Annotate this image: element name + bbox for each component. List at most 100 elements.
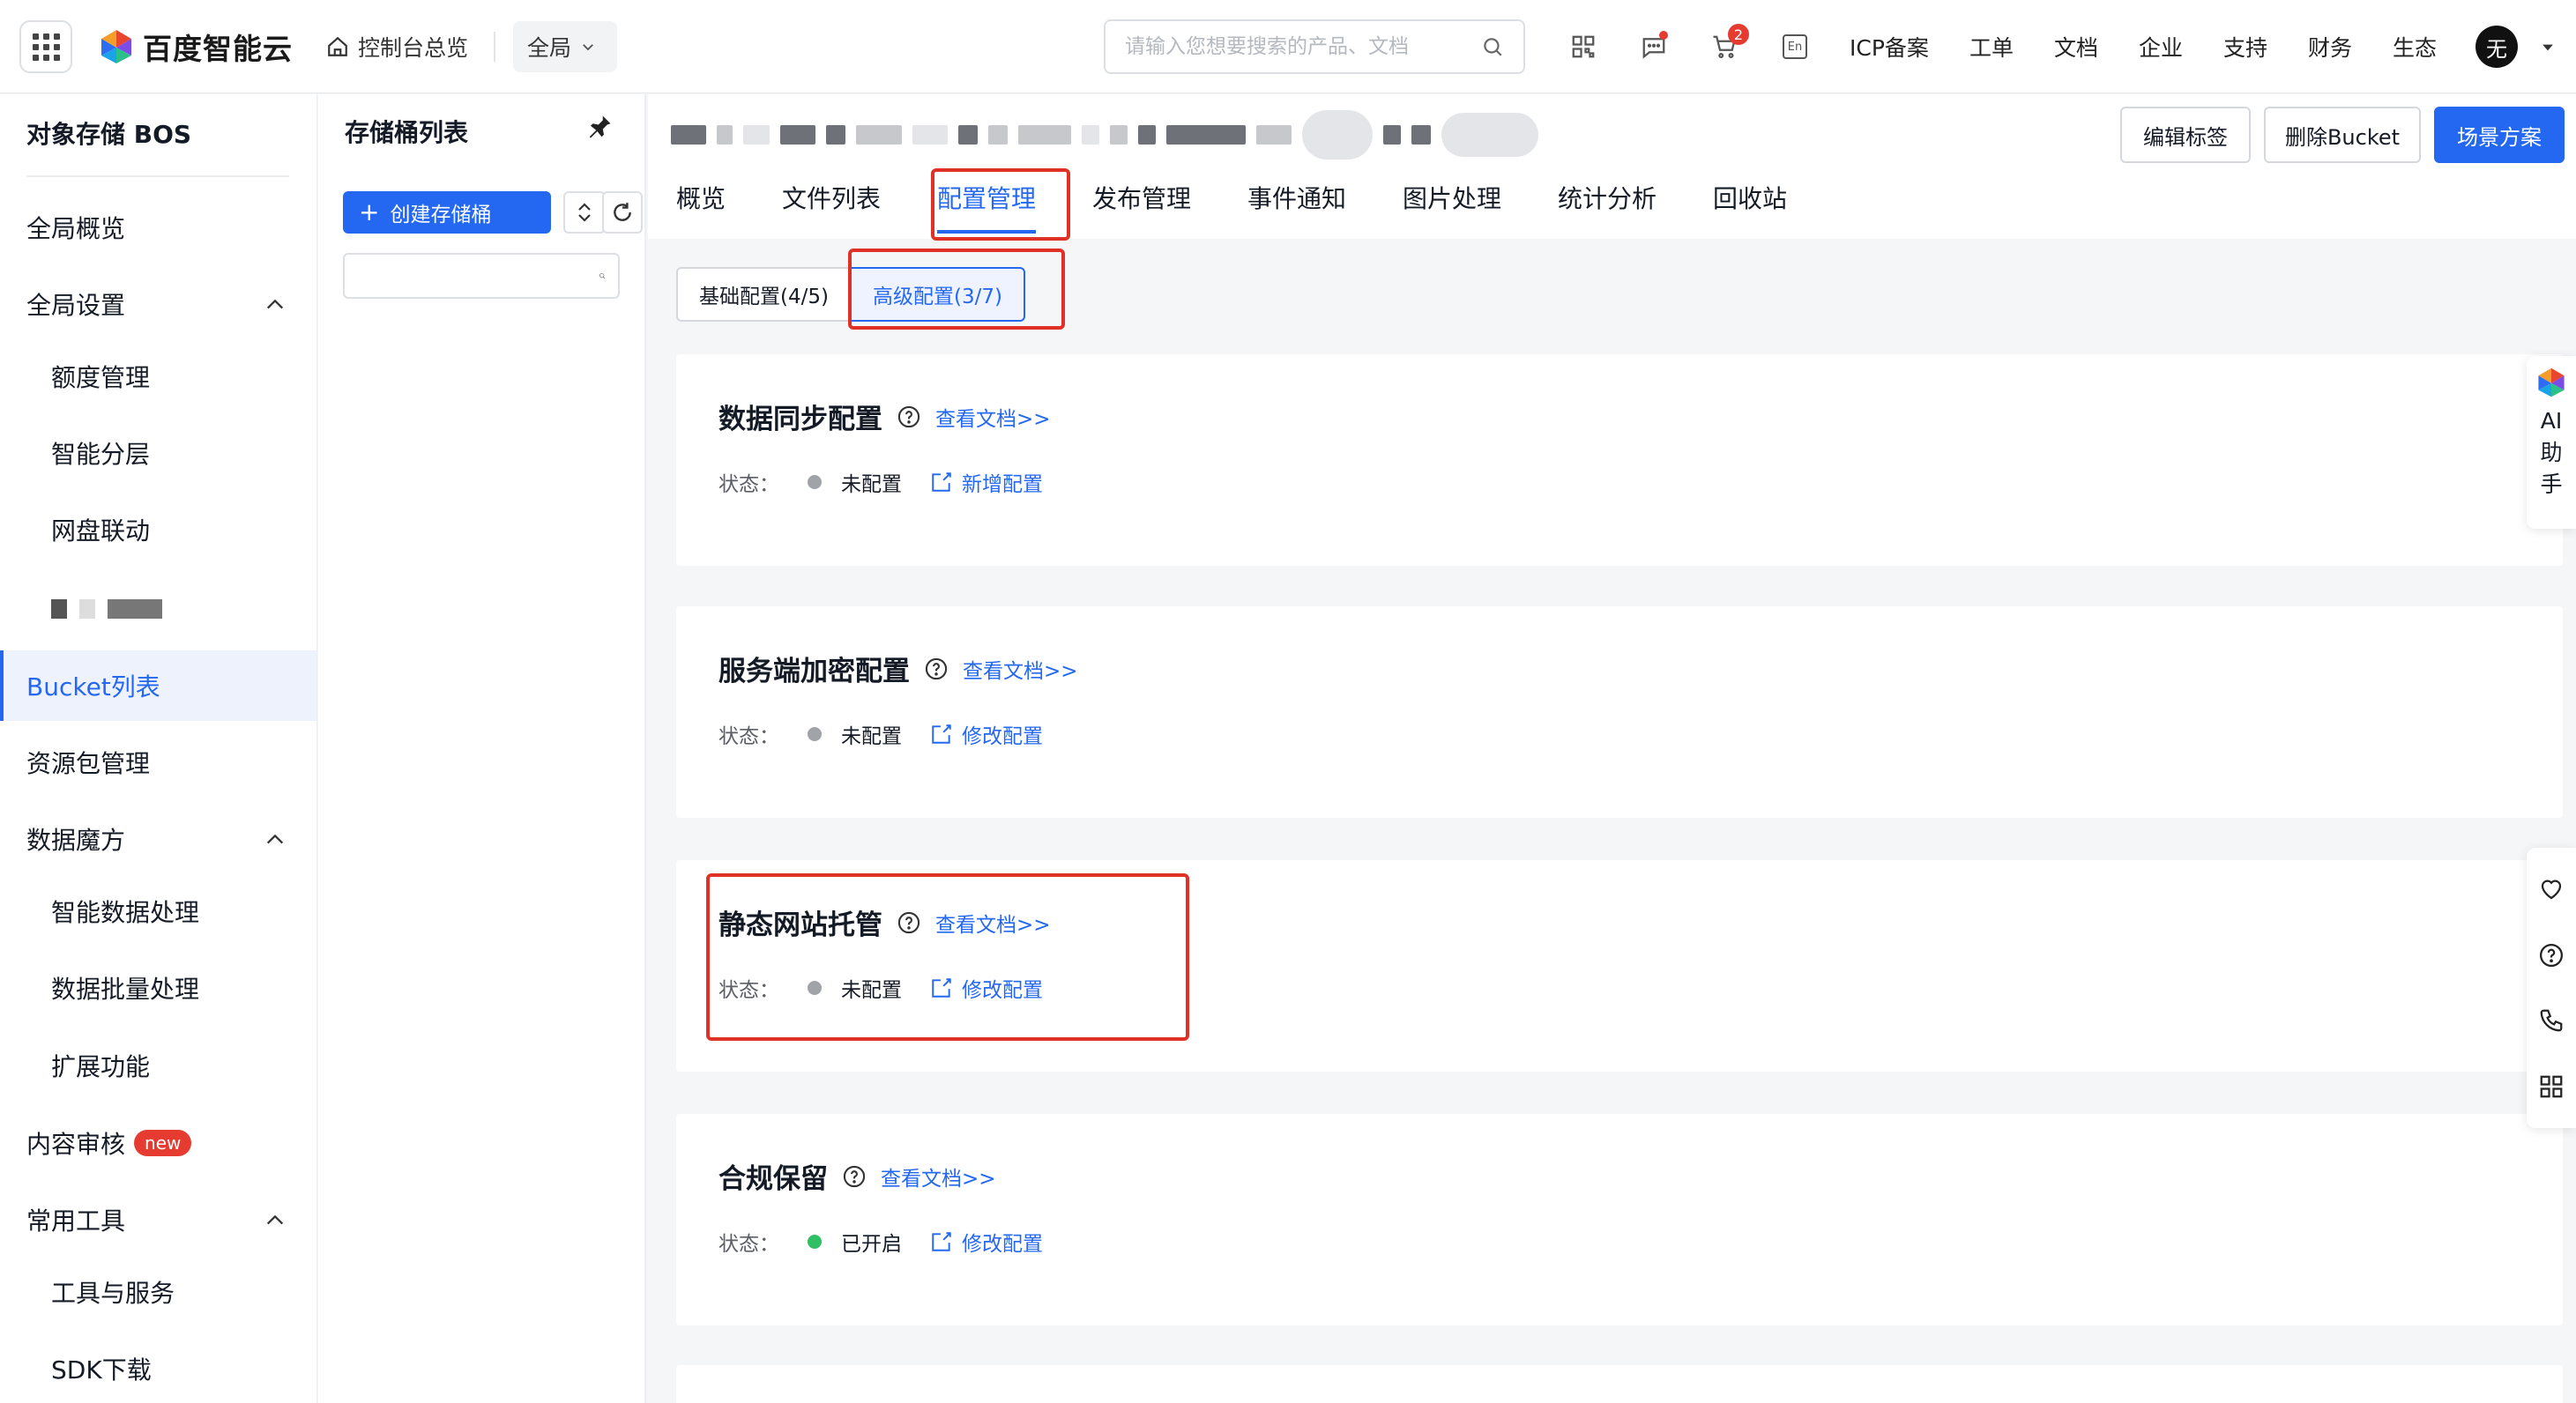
config-card-server-encryption: 服务端加密配置 查看文档>> 状态： 未配置 修改配置 <box>676 606 2563 818</box>
modify-config-link[interactable]: 修改配置 <box>930 973 1043 1003</box>
nav-docs[interactable]: 文档 <box>2054 0 2098 93</box>
global-search-input[interactable] <box>1125 35 1481 58</box>
view-docs-link[interactable]: 查看文档>> <box>963 654 1078 684</box>
tab-overview[interactable]: 概览 <box>676 175 726 219</box>
help-icon[interactable] <box>924 657 949 681</box>
tab-publish-management[interactable]: 发布管理 <box>1092 175 1191 219</box>
pin-icon[interactable] <box>586 114 613 140</box>
create-bucket-button[interactable]: + 创建存储桶 <box>343 191 551 234</box>
modify-config-link[interactable]: 修改配置 <box>930 1227 1043 1257</box>
redacted-label <box>51 599 162 619</box>
brand-logo[interactable]: 百度智能云 <box>99 0 293 93</box>
main-content: 编辑标签 删除Bucket 场景方案 概览 文件列表 配置管理 发布管理 事件通… <box>648 94 2576 1403</box>
bucket-panel-title: 存储桶列表 <box>345 118 469 147</box>
console-home-link[interactable]: 控制台总览 <box>326 0 468 93</box>
sort-toggle-button[interactable] <box>563 191 606 234</box>
subtab-advanced-config[interactable]: 高级配置(3/7) <box>849 267 1025 322</box>
scenario-button[interactable]: 场景方案 <box>2434 107 2565 163</box>
sidebar-item-label: 全局概览 <box>26 214 126 243</box>
global-search[interactable] <box>1104 19 1525 74</box>
view-docs-link[interactable]: 查看文档>> <box>935 908 1051 938</box>
search-icon[interactable] <box>599 265 606 286</box>
language-switch[interactable]: En <box>1777 29 1813 64</box>
edit-tags-button[interactable]: 编辑标签 <box>2120 107 2251 163</box>
modify-config-link[interactable]: 修改配置 <box>930 719 1043 749</box>
card-title-text: 服务端加密配置 <box>718 656 910 687</box>
sidebar-item-label: 扩展功能 <box>51 1052 151 1081</box>
sidebar-item-content-review[interactable]: 内容审核 new <box>0 1108 316 1178</box>
brand-name: 百度智能云 <box>143 32 293 66</box>
ai-assistant-button[interactable]: AI助手 <box>2527 356 2576 529</box>
phone-icon[interactable] <box>2538 1007 2565 1034</box>
cart-icon[interactable]: 2 <box>1707 24 1749 64</box>
sidebar-item-data-cube[interactable]: 数据魔方 <box>0 804 316 874</box>
sidebar-item-common-tools[interactable]: 常用工具 <box>0 1184 316 1255</box>
view-docs-link[interactable]: 查看文档>> <box>881 1162 996 1191</box>
card-title: 静态网站托管 查看文档>> <box>718 902 1051 942</box>
product-sidebar: 对象存储 BOS 全局概览 全局设置 额度管理 智能分层 网盘联动 Bucket… <box>0 94 317 1403</box>
nav-ecosystem[interactable]: 生态 <box>2393 0 2437 93</box>
add-config-link[interactable]: 新增配置 <box>930 467 1043 497</box>
help-icon[interactable] <box>897 405 921 429</box>
status-dot <box>808 981 822 995</box>
chevron-down-icon[interactable] <box>2539 39 2557 56</box>
sidebar-item-label: 常用工具 <box>26 1206 126 1236</box>
grid-icon[interactable] <box>2538 1073 2565 1100</box>
help-icon[interactable] <box>897 910 921 935</box>
cloud-logo-icon <box>101 30 131 63</box>
edit-icon <box>932 724 951 744</box>
config-card-data-sync: 数据同步配置 查看文档>> 状态： 未配置 新增配置 <box>676 354 2563 566</box>
sidebar-item-redacted[interactable] <box>0 574 316 644</box>
refresh-button[interactable] <box>602 191 643 234</box>
tab-statistics[interactable]: 统计分析 <box>1558 175 1657 219</box>
sidebar-item-batch-processing[interactable]: 数据批量处理 <box>0 953 316 1023</box>
language-icon: En <box>1783 34 1807 59</box>
nav-enterprise[interactable]: 企业 <box>2139 0 2183 93</box>
help-icon[interactable] <box>842 1164 867 1189</box>
sidebar-item-global-settings[interactable]: 全局设置 <box>0 269 316 339</box>
create-bucket-label: 创建存储桶 <box>390 204 492 226</box>
sidebar-item-tools-services[interactable]: 工具与服务 <box>0 1257 316 1327</box>
user-avatar[interactable]: 无 <box>2475 26 2518 68</box>
config-card-static-website: 静态网站托管 查看文档>> 状态： 未配置 修改配置 <box>676 860 2563 1072</box>
tab-recycle-bin[interactable]: 回收站 <box>1713 175 1787 219</box>
status-label: 状态： <box>718 473 779 496</box>
sidebar-item-label: 资源包管理 <box>26 749 151 778</box>
nav-finance[interactable]: 财务 <box>2308 0 2352 93</box>
tab-event-notification[interactable]: 事件通知 <box>1247 175 1346 219</box>
heart-icon[interactable] <box>2538 876 2565 902</box>
sidebar-item-quota[interactable]: 额度管理 <box>0 341 316 412</box>
qrcode-icon[interactable] <box>1566 29 1601 64</box>
tab-file-list[interactable]: 文件列表 <box>782 175 881 219</box>
sidebar-item-extensions[interactable]: 扩展功能 <box>0 1030 316 1101</box>
apps-menu-button[interactable] <box>19 20 72 73</box>
message-icon[interactable] <box>1636 29 1671 64</box>
new-badge: new <box>134 1130 192 1156</box>
sidebar-item-tiering[interactable]: 智能分层 <box>0 418 316 488</box>
card-title-text: 静态网站托管 <box>718 909 882 941</box>
subtab-basic-config[interactable]: 基础配置(4/5) <box>676 267 850 322</box>
view-docs-link[interactable]: 查看文档>> <box>935 402 1051 432</box>
sidebar-item-sdk-download[interactable]: SDK下载 <box>0 1333 316 1403</box>
nav-icp[interactable]: ICP备案 <box>1850 0 1929 93</box>
status-dot <box>808 1235 822 1249</box>
nav-ticket[interactable]: 工单 <box>1969 0 2014 93</box>
tab-config-management[interactable]: 配置管理 <box>937 175 1037 234</box>
help-icon[interactable] <box>2538 942 2565 969</box>
ai-assistant-label: AI助手 <box>2540 408 2563 497</box>
sidebar-item-bucket-list[interactable]: Bucket列表 <box>0 650 316 721</box>
sidebar-item-netdisk[interactable]: 网盘联动 <box>0 494 316 565</box>
search-icon[interactable] <box>1481 35 1504 58</box>
bucket-search-input[interactable] <box>357 264 599 287</box>
sidebar-item-global-overview[interactable]: 全局概览 <box>0 192 316 263</box>
region-select[interactable]: 全局 <box>513 21 617 72</box>
delete-bucket-button[interactable]: 删除Bucket <box>2264 107 2421 163</box>
sidebar-item-smart-processing[interactable]: 智能数据处理 <box>0 876 316 946</box>
nav-support[interactable]: 支持 <box>2223 0 2267 93</box>
tab-image-processing[interactable]: 图片处理 <box>1403 175 1501 219</box>
sidebar-item-resource-package[interactable]: 资源包管理 <box>0 727 316 798</box>
top-bar: 百度智能云 控制台总览 全局 2 En ICP备案 工单 文档 企业 支持 财务… <box>0 0 2576 93</box>
sidebar-item-label: 数据魔方 <box>26 826 126 855</box>
bucket-search[interactable] <box>343 253 620 299</box>
card-title-text: 合规保留 <box>718 1163 828 1195</box>
